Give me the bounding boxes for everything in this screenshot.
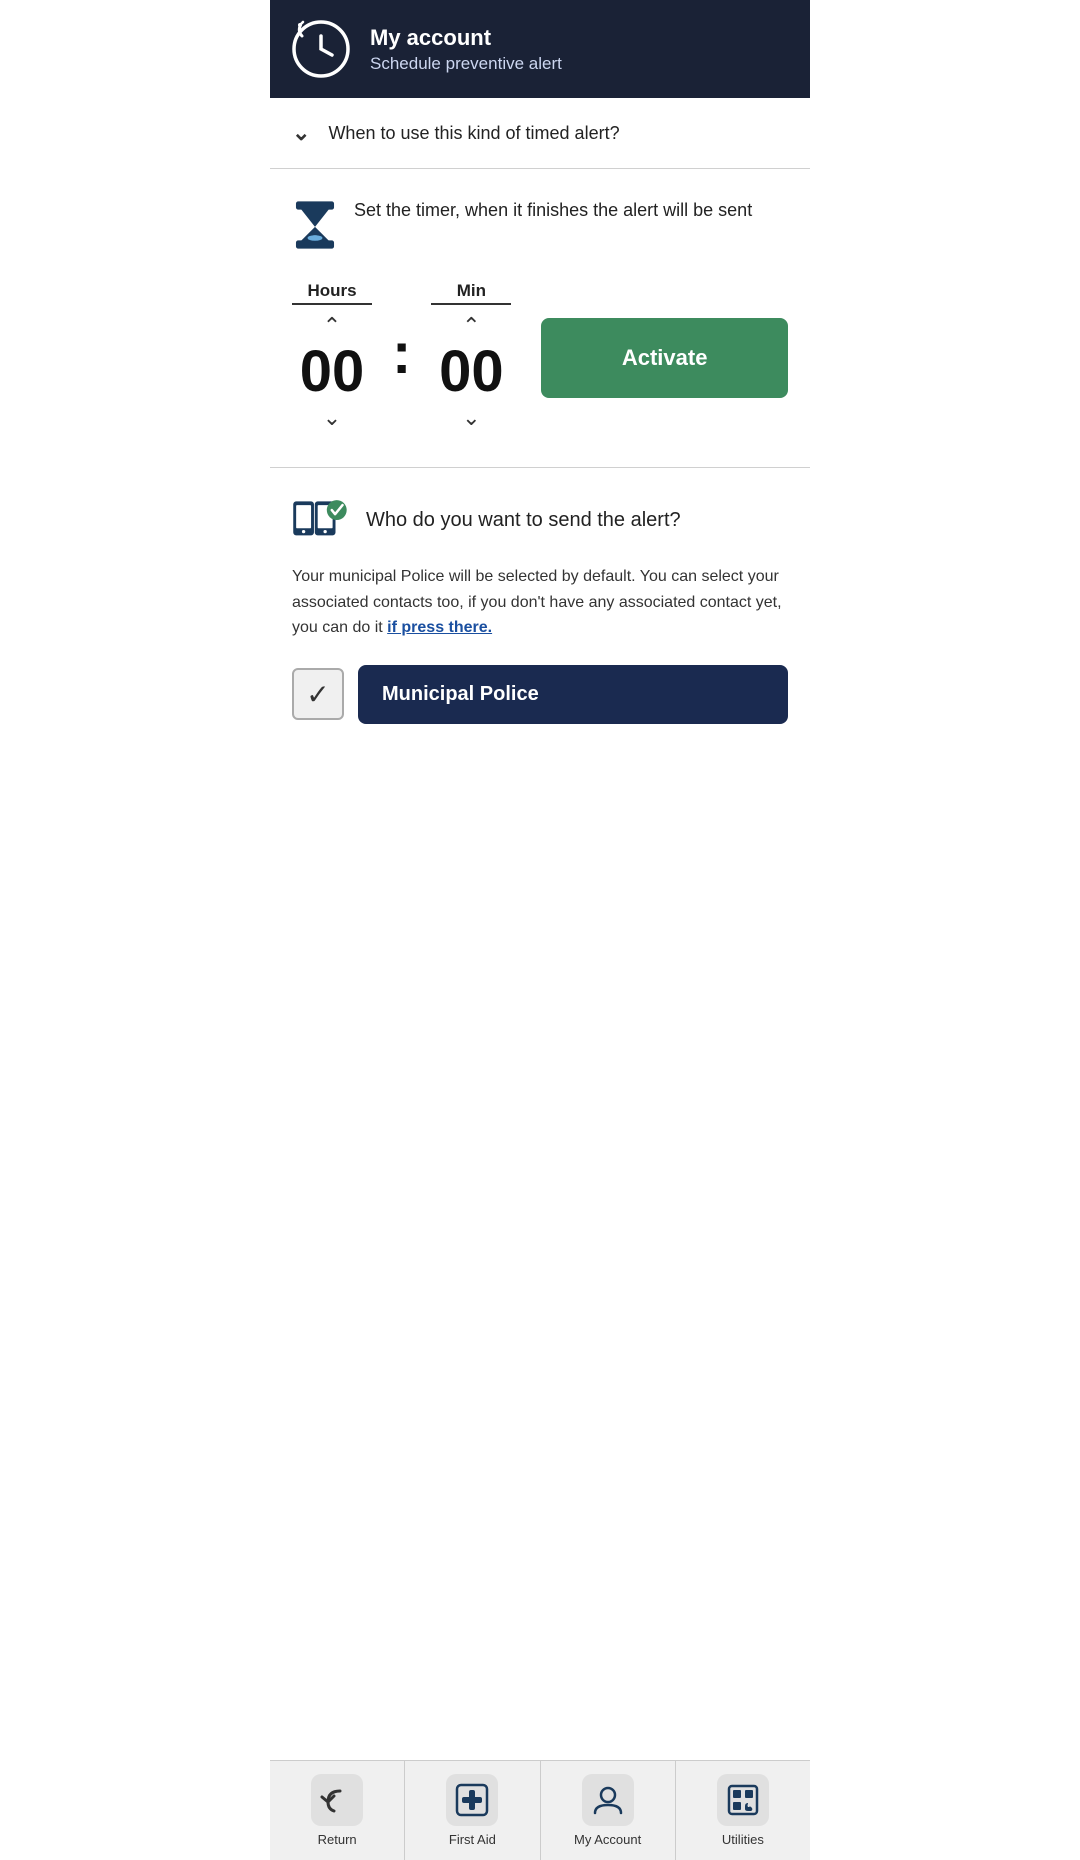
hours-value: 00 — [292, 343, 372, 401]
clock-icon — [290, 18, 352, 80]
nav-return-label: Return — [318, 1832, 357, 1847]
header-subtitle: Schedule preventive alert — [370, 54, 562, 74]
chevron-down-icon: ⌄ — [292, 120, 310, 146]
hours-label: Hours — [292, 281, 372, 305]
nav-utilities[interactable]: Utilities — [676, 1761, 810, 1860]
accordion-text: When to use this kind of timed alert? — [328, 123, 619, 144]
minutes-picker: Min ⌃ 00 ⌄ — [431, 281, 511, 435]
return-icon — [320, 1785, 354, 1815]
firstaid-icon-box — [446, 1774, 498, 1826]
account-icon-box — [582, 1774, 634, 1826]
send-header: Who do you want to send the alert? — [292, 494, 788, 546]
hours-picker: Hours ⌃ 00 ⌄ — [292, 281, 372, 435]
firstaid-icon — [455, 1783, 489, 1817]
utilities-icon-box — [717, 1774, 769, 1826]
header-title: My account — [370, 25, 562, 51]
police-row: ✓ Municipal Police — [292, 665, 788, 724]
timer-description-text: Set the timer, when it finishes the aler… — [354, 197, 752, 224]
nav-return[interactable]: Return — [270, 1761, 405, 1860]
minutes-down-button[interactable]: ⌄ — [462, 401, 480, 435]
press-here-link[interactable]: if press there. — [387, 619, 492, 636]
header-text: My account Schedule preventive alert — [370, 25, 562, 74]
send-title: Who do you want to send the alert? — [366, 509, 681, 532]
minutes-up-button[interactable]: ⌃ — [462, 309, 480, 343]
minutes-value: 00 — [431, 343, 511, 401]
timer-controls: Hours ⌃ 00 ⌄ : Min ⌃ 00 ⌄ Activate — [292, 281, 788, 435]
hours-down-button[interactable]: ⌄ — [323, 401, 341, 435]
municipal-police-button[interactable]: Municipal Police — [358, 665, 788, 724]
send-alert-icon — [292, 494, 350, 546]
timer-section: Set the timer, when it finishes the aler… — [270, 169, 810, 451]
send-section: Who do you want to send the alert? Your … — [270, 484, 810, 764]
timer-description: Set the timer, when it finishes the aler… — [292, 197, 788, 251]
nav-myaccount-label: My Account — [574, 1832, 641, 1847]
police-checkbox[interactable]: ✓ — [292, 668, 344, 720]
bottom-navigation: Return First Aid My Account — [270, 1760, 810, 1860]
nav-firstaid-label: First Aid — [449, 1832, 496, 1847]
accordion-row[interactable]: ⌄ When to use this kind of timed alert? — [270, 98, 810, 169]
main-content: ⌄ When to use this kind of timed alert? … — [270, 98, 810, 1760]
send-description: Your municipal Police will be selected b… — [292, 564, 788, 641]
section-divider — [270, 467, 810, 468]
hours-up-button[interactable]: ⌃ — [323, 309, 341, 343]
header: My account Schedule preventive alert — [270, 0, 810, 98]
return-icon-box — [311, 1774, 363, 1826]
utilities-icon — [726, 1783, 760, 1817]
checkmark-icon: ✓ — [306, 678, 329, 711]
nav-myaccount[interactable]: My Account — [541, 1761, 676, 1860]
minutes-label: Min — [431, 281, 511, 305]
nav-firstaid[interactable]: First Aid — [405, 1761, 540, 1860]
hourglass-icon — [292, 199, 338, 251]
account-icon — [591, 1783, 625, 1817]
time-separator: : — [392, 320, 411, 397]
activate-button[interactable]: Activate — [541, 318, 788, 398]
nav-utilities-label: Utilities — [722, 1832, 764, 1847]
send-description-text: Your municipal Police will be selected b… — [292, 568, 782, 636]
